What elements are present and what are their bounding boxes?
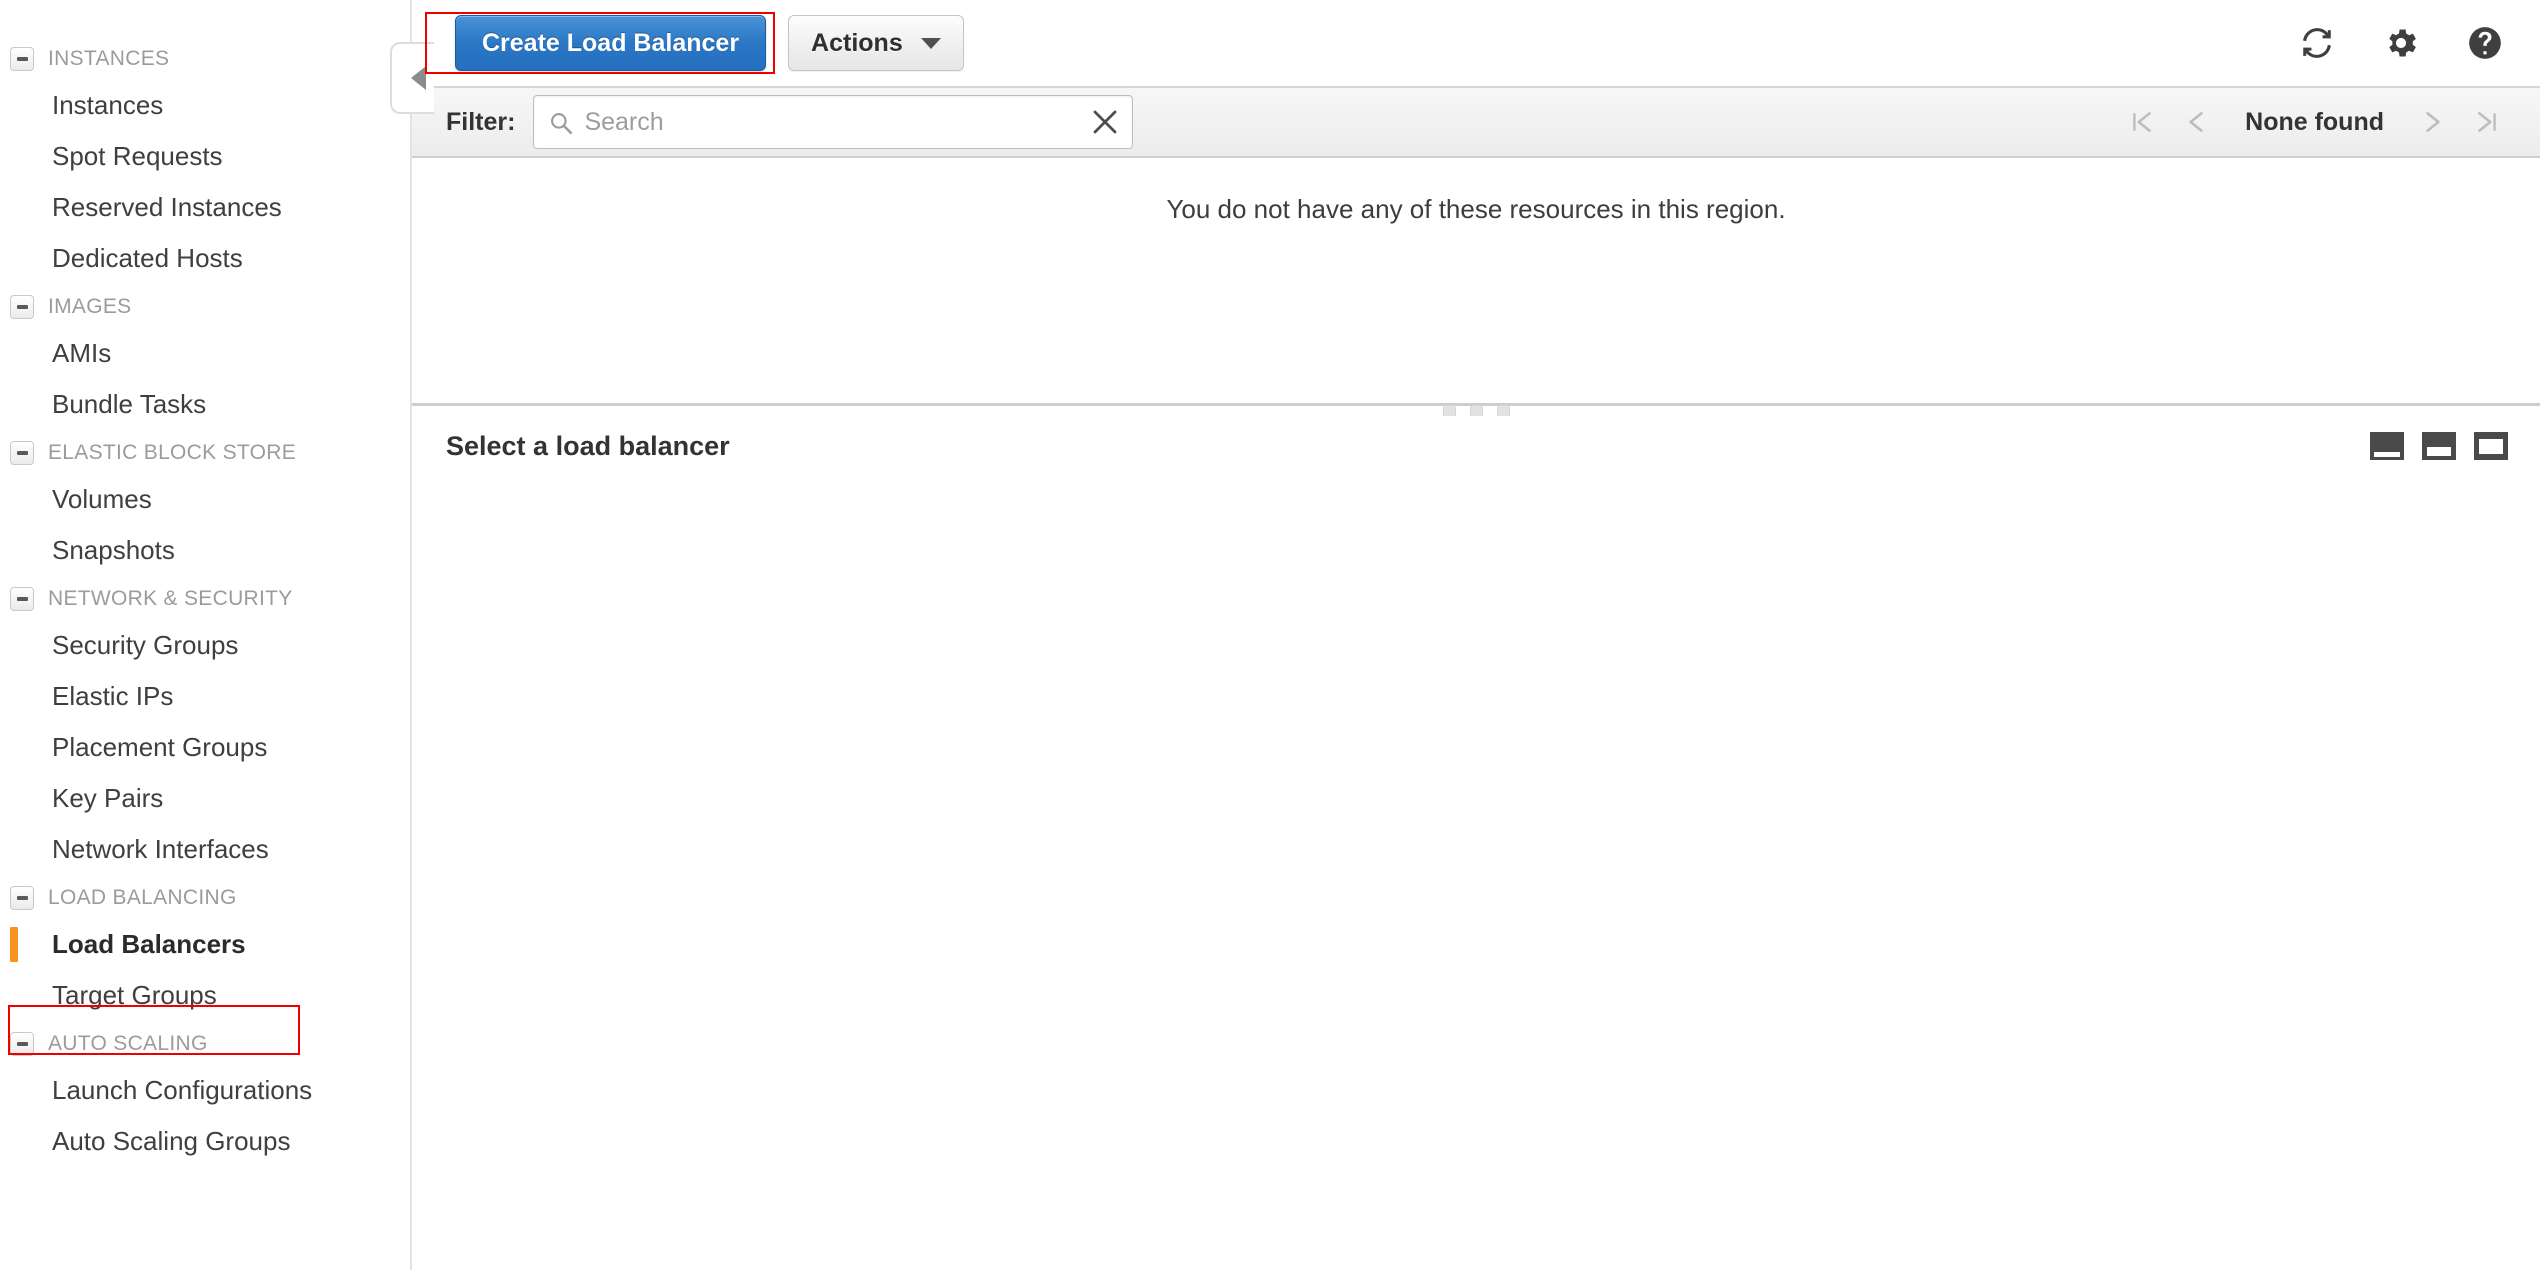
ec2-console: INSTANCES Instances Spot Requests Reserved … <box>0 0 2540 1270</box>
sidebar-item-label: Key Pairs <box>52 783 164 813</box>
panel-size-controls <box>2370 432 2516 460</box>
collapse-minus-icon[interactable] <box>10 441 34 465</box>
sidebar-section-header-instances[interactable]: INSTANCES <box>0 38 410 80</box>
filter-label: Filter: <box>446 107 516 136</box>
search-icon <box>551 113 573 135</box>
navigation-sidebar: INSTANCES Instances Spot Requests Reserved … <box>0 0 412 1270</box>
create-load-balancer-button[interactable]: Create Load Balancer <box>455 15 767 71</box>
actions-button[interactable]: Actions <box>788 15 964 71</box>
sidebar-item-target-groups[interactable]: Target Groups <box>0 970 410 1021</box>
sidebar-item-label: Security Groups <box>52 630 239 660</box>
sidebar-section-header-elastic-block-store[interactable]: ELASTIC BLOCK STORE <box>0 432 410 474</box>
sidebar-section-label: INSTANCES <box>48 47 170 70</box>
pagination-controls: None found <box>2129 106 2516 138</box>
sidebar-item-label: Snapshots <box>52 535 175 565</box>
grip-dot-icon <box>1496 405 1510 416</box>
search-field-wrapper[interactable] <box>533 95 1134 149</box>
sidebar-item-placement-groups[interactable]: Placement Groups <box>0 722 410 773</box>
sidebar-item-label: Bundle Tasks <box>52 389 207 419</box>
sidebar-item-security-groups[interactable]: Security Groups <box>0 620 410 671</box>
detail-panel-title: Select a load balancer <box>446 430 730 461</box>
last-page-icon[interactable] <box>2474 106 2500 138</box>
close-icon[interactable] <box>1090 107 1120 137</box>
actions-label: Actions <box>811 28 903 57</box>
sidebar-section-auto-scaling: AUTO SCALING Launch Configurations Auto Sc… <box>0 1023 410 1167</box>
panel-size-large-icon[interactable] <box>2474 432 2508 460</box>
collapse-minus-icon[interactable] <box>10 1032 34 1056</box>
sidebar-section-images: IMAGES AMIs Bundle Tasks <box>0 286 410 430</box>
sidebar-item-label: Network Interfaces <box>52 834 269 864</box>
collapse-minus-icon[interactable] <box>10 587 34 611</box>
sidebar-item-amis[interactable]: AMIs <box>0 328 410 379</box>
sidebar-item-label: Spot Requests <box>52 141 223 171</box>
sidebar-item-label: Dedicated Hosts <box>52 243 243 273</box>
sidebar-section-label: NETWORK & SECURITY <box>48 587 293 610</box>
pagination-status: None found <box>2245 107 2384 136</box>
sidebar-item-label: Reserved Instances <box>52 192 282 222</box>
collapse-minus-icon[interactable] <box>10 295 34 319</box>
sidebar-item-dedicated-hosts[interactable]: Dedicated Hosts <box>0 233 410 284</box>
toolbar-icon-group <box>2298 24 2516 62</box>
next-page-icon[interactable] <box>2420 106 2446 138</box>
resource-list-area: You do not have any of these resources i… <box>412 158 2540 406</box>
sidebar-item-network-interfaces[interactable]: Network Interfaces <box>0 824 410 875</box>
sidebar-section-elastic-block-store: ELASTIC BLOCK STORE Volumes Snapshots <box>0 432 410 576</box>
grip-dot-icon <box>1442 405 1456 416</box>
sidebar-section-load-balancing: LOAD BALANCING Load Balancers Target Group… <box>0 877 410 1021</box>
sidebar-section-header-load-balancing[interactable]: LOAD BALANCING <box>0 877 410 919</box>
help-icon[interactable] <box>2466 24 2504 62</box>
sidebar-item-label: Volumes <box>52 484 152 514</box>
sidebar-item-label: Auto Scaling Groups <box>52 1126 291 1156</box>
sidebar-section-label: IMAGES <box>48 295 132 318</box>
sidebar-item-spot-requests[interactable]: Spot Requests <box>0 131 410 182</box>
panel-size-small-icon[interactable] <box>2370 432 2404 460</box>
create-load-balancer-label: Create Load Balancer <box>482 28 740 57</box>
sidebar-item-auto-scaling-groups[interactable]: Auto Scaling Groups <box>0 1116 410 1167</box>
panel-size-medium-icon[interactable] <box>2422 432 2456 460</box>
search-input[interactable] <box>534 96 1133 148</box>
gear-icon[interactable] <box>2382 24 2420 62</box>
sidebar-section-header-auto-scaling[interactable]: AUTO SCALING <box>0 1023 410 1065</box>
refresh-icon[interactable] <box>2298 24 2336 62</box>
grip-dot-icon <box>1469 405 1483 416</box>
active-indicator <box>10 927 18 962</box>
sidebar-item-label: AMIs <box>52 338 112 368</box>
action-toolbar: Create Load Balancer Actions <box>412 0 2540 86</box>
prev-page-icon[interactable] <box>2183 106 2209 138</box>
sidebar-section-label: AUTO SCALING <box>48 1032 208 1055</box>
sidebar-item-instances[interactable]: Instances <box>0 80 410 131</box>
sidebar-item-snapshots[interactable]: Snapshots <box>0 525 410 576</box>
collapse-minus-icon[interactable] <box>10 886 34 910</box>
sidebar-section-header-images[interactable]: IMAGES <box>0 286 410 328</box>
sidebar-item-reserved-instances[interactable]: Reserved Instances <box>0 182 410 233</box>
sidebar-section-network-security: NETWORK & SECURITY Security Groups Elastic… <box>0 578 410 875</box>
sidebar-item-launch-configurations[interactable]: Launch Configurations <box>0 1065 410 1116</box>
sidebar-item-label: Instances <box>52 90 164 120</box>
sidebar-item-label: Placement Groups <box>52 732 268 762</box>
sidebar-section-label: LOAD BALANCING <box>48 886 237 909</box>
chevron-down-icon <box>920 37 941 49</box>
detail-panel: Select a load balancer <box>412 405 2540 1270</box>
main-content: Create Load Balancer Actions Filter: Sea… <box>390 0 2540 1270</box>
sidebar-item-label: Load Balancers <box>52 929 246 959</box>
filter-bar: Filter: Search None found <box>412 86 2540 158</box>
empty-state-message: You do not have any of these resources i… <box>1166 194 1786 224</box>
caret-left-icon <box>411 66 426 90</box>
detail-panel-header: Select a load balancer <box>446 406 2516 486</box>
sidebar-section-header-network-security[interactable]: NETWORK & SECURITY <box>0 578 410 620</box>
sidebar-item-elastic-ips[interactable]: Elastic IPs <box>0 671 410 722</box>
sidebar-item-load-balancers[interactable]: Load Balancers <box>0 919 410 970</box>
first-page-icon[interactable] <box>2129 106 2155 138</box>
sidebar-item-label: Target Groups <box>52 980 217 1010</box>
sidebar-section-label: ELASTIC BLOCK STORE <box>48 441 297 464</box>
sidebar-section-instances: INSTANCES Instances Spot Requests Reserved … <box>0 38 410 284</box>
sidebar-collapse-button[interactable] <box>390 42 434 114</box>
sidebar-item-label: Elastic IPs <box>52 681 174 711</box>
sidebar-item-volumes[interactable]: Volumes <box>0 474 410 525</box>
sidebar-item-key-pairs[interactable]: Key Pairs <box>0 773 410 824</box>
sidebar-item-label: Launch Configurations <box>52 1075 313 1105</box>
sidebar-item-bundle-tasks[interactable]: Bundle Tasks <box>0 379 410 430</box>
collapse-minus-icon[interactable] <box>10 47 34 71</box>
panel-resize-handle[interactable] <box>412 405 2540 416</box>
